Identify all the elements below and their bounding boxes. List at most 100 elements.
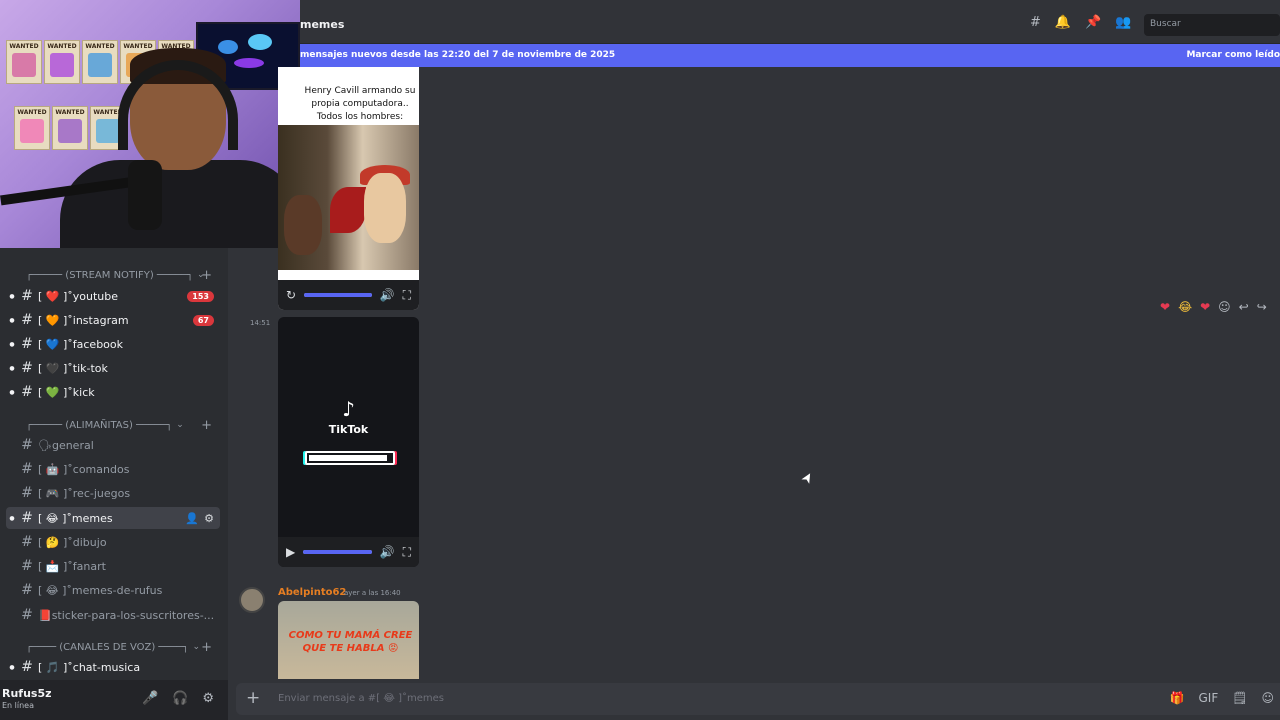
microphone-icon[interactable]: 🎤 (142, 691, 158, 706)
sticker-icon[interactable]: 🗒 (1232, 691, 1247, 705)
message-timestamp: 14:51 (250, 319, 271, 327)
channel-label: [ 🧡 ]˚instagram (38, 313, 129, 327)
forward-icon[interactable]: ↪ (1257, 300, 1267, 314)
loading-bar (305, 451, 395, 465)
message-input[interactable]: Enviar mensaje a #[ 😂 ]˚memes (278, 693, 444, 704)
message-composer[interactable]: + Enviar mensaje a #[ 😂 ]˚memes 🎁 GIF 🗒 … (236, 683, 1280, 715)
hash-icon: # (21, 534, 33, 550)
channel-comandos[interactable]: # [ 🤖 ]˚comandos (6, 458, 220, 480)
play-icon[interactable]: ▶ (286, 545, 295, 559)
meme-text: COMO TU MAMÁ CREE QUE TE HABLA 😡 (288, 630, 413, 654)
new-messages-bar[interactable]: mensajes nuevos desde las 22:20 del 7 de… (300, 44, 1280, 67)
wanted-poster: WANTED (14, 106, 50, 150)
gif-icon[interactable]: GIF (1199, 691, 1219, 705)
volume-icon[interactable]: 🔊 (380, 545, 395, 559)
meme-image (278, 125, 419, 270)
chevron-down-icon: ⌄ (192, 642, 201, 652)
threads-icon[interactable]: # (1030, 15, 1041, 30)
channel-label: [ 🖤 ]˚tik-tok (38, 361, 108, 375)
channel-general[interactable]: # 🗣general (6, 434, 220, 456)
user-status: En línea (2, 701, 35, 710)
channel-title: memes (300, 18, 345, 31)
category-label: ┌──── (CANALES DE VOZ) ────┐ (26, 641, 189, 653)
fullscreen-icon[interactable]: ⛶ (403, 288, 411, 303)
unread-dot-icon: ● (9, 514, 15, 522)
video-controls: ↻ 🔊 ⛶ (278, 280, 419, 310)
channel-label: [ 📩 ]˚fanart (38, 559, 106, 573)
add-channel-icon[interactable]: + (201, 418, 212, 433)
category-stream-notify[interactable]: ┌───── (STREAM NOTIFY) ─────┐ ⌄ + (26, 265, 220, 285)
hash-icon: # (21, 607, 33, 623)
search-input[interactable]: Buscar (1144, 14, 1280, 36)
channel-youtube[interactable]: ● # [ ❤️ ]˚youtube 153 (6, 285, 220, 307)
members-icon[interactable]: 👥 (1115, 15, 1131, 30)
message-timestamp: ayer a las 16:40 (344, 589, 401, 597)
gift-icon[interactable]: 🎁 (1170, 691, 1185, 705)
channel-label: [ 🤖 ]˚comandos (38, 462, 130, 476)
mouse-cursor-icon: ➤ (798, 468, 818, 488)
tiktok-video-attachment[interactable]: ♪ TikTok ▶ 🔊 ⛶ (278, 317, 419, 567)
heart-reaction-icon[interactable]: ❤ (1200, 300, 1210, 314)
message-author[interactable]: Abelpinto62 (278, 587, 346, 598)
channel-tik-tok[interactable]: ● # [ 🖤 ]˚tik-tok (6, 357, 220, 379)
channel-label: 🗣general (38, 438, 94, 452)
emoji-icon[interactable]: ☺ (1261, 691, 1274, 705)
channel-instagram[interactable]: ● # [ 🧡 ]˚instagram 67 (6, 309, 220, 331)
mark-read-button[interactable]: Marcar como leído (1186, 50, 1280, 60)
add-attachment-icon[interactable]: + (246, 688, 260, 708)
channel-chat-musica[interactable]: ● # [ 🎵 ]˚chat-musica (6, 656, 220, 678)
hash-icon: # (21, 437, 33, 453)
channel-label: [ 🎵 ]˚chat-musica (38, 660, 141, 674)
unread-dot-icon: ● (9, 663, 15, 671)
streamer-body (60, 160, 300, 248)
laugh-reaction-icon[interactable]: 😂 (1178, 300, 1192, 314)
add-channel-icon[interactable]: + (201, 640, 212, 655)
reply-icon[interactable]: ↩ (1239, 300, 1249, 314)
webcam-overlay: WANTED WANTED WANTED WANTED WANTED WANTE… (0, 0, 300, 248)
avatar[interactable] (239, 587, 265, 613)
meme-image-attachment[interactable]: COMO TU MAMÁ CREE QUE TE HABLA 😡 (278, 601, 419, 679)
add-reaction-icon[interactable]: ☺ (1218, 300, 1231, 314)
gear-icon[interactable]: ⚙ (202, 691, 214, 706)
add-channel-icon[interactable]: + (201, 268, 212, 283)
fullscreen-icon[interactable]: ⛶ (403, 545, 411, 560)
channel-memes[interactable]: ● # [ 😂 ]˚memes 👤 ⚙ (6, 507, 220, 529)
category-canales-de-voz[interactable]: ┌──── (CANALES DE VOZ) ────┐ ⌄ + (26, 637, 220, 657)
unread-dot-icon: ● (9, 316, 15, 324)
channel-label: [ 💙 ]˚facebook (38, 337, 124, 351)
channel-facebook[interactable]: ● # [ 💙 ]˚facebook (6, 333, 220, 355)
meme-video-attachment[interactable]: Henry Cavill armando su propia computado… (278, 67, 419, 310)
hash-icon: # (21, 485, 33, 501)
hash-icon: # (21, 312, 33, 328)
channel-kick[interactable]: ● # [ 💚 ]˚kick (6, 381, 220, 403)
hash-icon: # (21, 288, 33, 304)
channel-memes-de-rufus[interactable]: # [ 😂 ]˚memes-de-rufus (6, 579, 220, 601)
wanted-poster: WANTED (44, 40, 80, 84)
username[interactable]: Rufus5z (2, 687, 52, 700)
category-label: ┌───── (STREAM NOTIFY) ─────┐ (26, 269, 194, 281)
bell-icon[interactable]: 🔔 (1055, 15, 1071, 30)
category-alimanitas[interactable]: ┌───── (ALIMAÑITAS) ─────┐ ⌄ + (26, 415, 220, 435)
channel-sticker-para-los-suscritores[interactable]: # 📕sticker-para-los-suscritores-... (6, 604, 220, 626)
hash-icon: # (21, 360, 33, 376)
channel-fanart[interactable]: # [ 📩 ]˚fanart (6, 555, 220, 577)
mention-badge: 153 (187, 290, 214, 302)
hash-icon: # (21, 510, 33, 526)
progress-bar[interactable] (304, 293, 372, 297)
progress-bar[interactable] (303, 550, 372, 554)
tiktok-logo-icon: ♪ (342, 397, 355, 421)
pin-icon[interactable]: 📌 (1085, 15, 1101, 30)
heart-reaction-icon[interactable]: ❤ (1160, 300, 1170, 314)
unread-dot-icon: ● (9, 388, 15, 396)
headset-icon[interactable]: 🎧 (172, 691, 188, 706)
unread-dot-icon: ● (9, 364, 15, 372)
invite-user-icon[interactable]: 👤 (185, 512, 199, 525)
hash-icon: # (21, 336, 33, 352)
hash-icon: # (21, 461, 33, 477)
volume-icon[interactable]: 🔊 (380, 288, 395, 302)
gear-icon[interactable]: ⚙ (204, 512, 214, 525)
replay-icon[interactable]: ↻ (286, 288, 296, 302)
hash-icon: # (21, 659, 33, 675)
channel-rec-juegos[interactable]: # [ 🎮 ]˚rec-juegos (6, 482, 220, 504)
channel-dibujo[interactable]: # [ 🤔 ]˚dibujo (6, 531, 220, 553)
